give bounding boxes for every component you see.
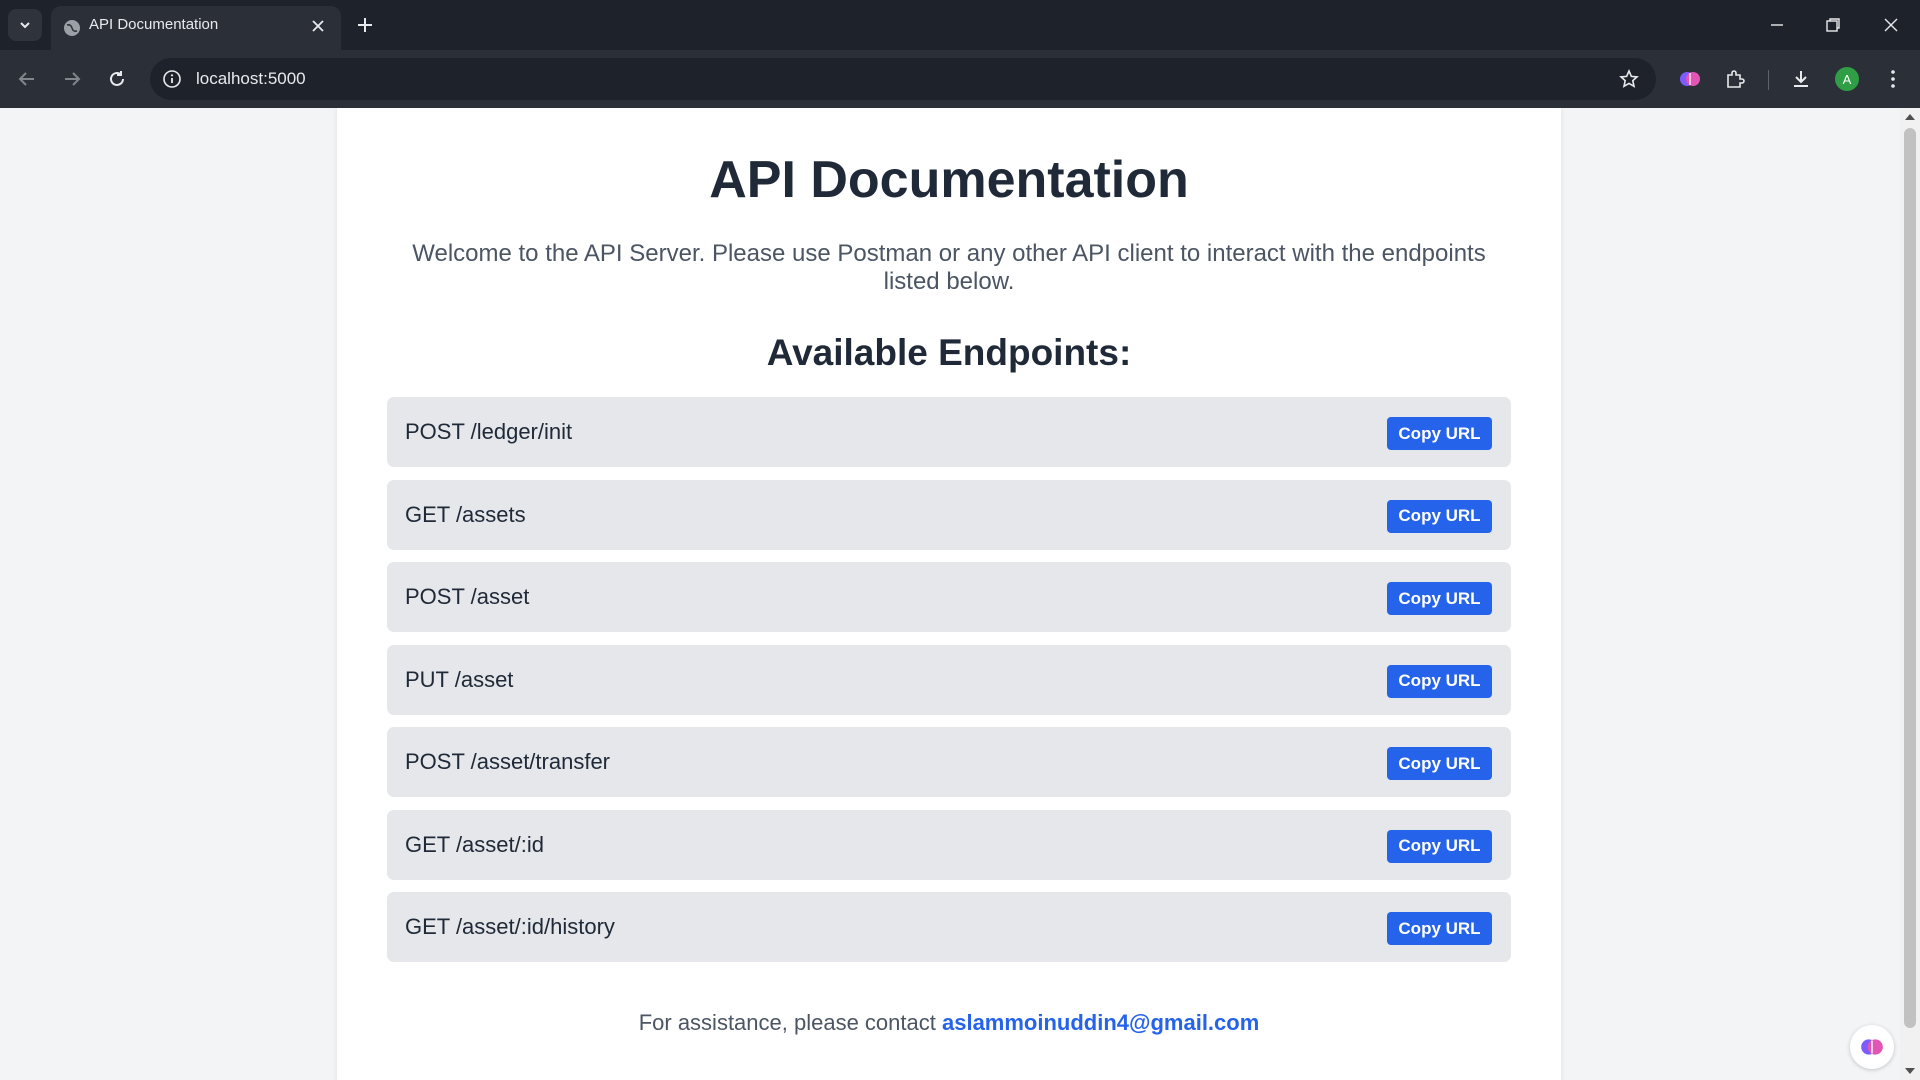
section-title: Available Endpoints: [766,332,1132,373]
tab-list-button[interactable] [8,9,42,41]
endpoint-label: GET /asset/:id [405,831,544,857]
endpoint-item: GET /asset/:id Copy URL [387,809,1511,880]
download-icon[interactable] [1789,67,1813,91]
footer: For assistance, please contact aslammoin… [337,1010,1561,1036]
copy-url-button[interactable]: Copy URL [1387,664,1492,698]
tab-bar: API Documentation [0,0,1920,50]
endpoint-label: POST /asset/transfer [405,749,611,774]
scroll-up-icon[interactable] [1905,114,1915,120]
endpoint-label: POST /asset [405,584,530,609]
endpoint-item: POST /ledger/init Copy URL [387,397,1511,467]
restore-icon[interactable] [1822,14,1844,36]
intro-text: Welcome to the API Server. Please use Po… [412,240,1486,295]
copy-url-button[interactable]: Copy URL [1387,499,1492,533]
endpoint-label: GET /asset/:id/history [405,914,615,939]
url-text[interactable]: localhost:5000 [196,58,306,100]
site-info-icon[interactable] [162,69,182,89]
page-title: API Documentation [709,151,1189,209]
copy-url-button[interactable]: Copy URL [1387,582,1492,615]
browser-tab[interactable]: API Documentation [51,6,341,50]
brain-extension-icon [1861,1039,1883,1055]
close-icon[interactable] [309,17,327,35]
chevron-down-icon [20,22,30,29]
brain-extension-icon[interactable] [1678,67,1702,91]
endpoint-label: PUT /asset [405,666,514,692]
scroll-down-icon[interactable] [1905,1068,1915,1074]
endpoint-list: POST /ledger/init Copy URL GET /assets C… [387,397,1511,975]
more-icon[interactable] [1881,67,1905,91]
puzzle-icon[interactable] [1723,67,1747,91]
copy-url-button[interactable]: Copy URL [1387,829,1492,863]
toolbar-divider [1768,70,1769,90]
scroll-thumb[interactable] [1904,128,1916,1028]
endpoint-label: POST /ledger/init [405,419,573,444]
endpoint-item: GET /assets Copy URL [387,479,1511,550]
endpoint-label: GET /assets [405,501,526,527]
page-viewport: API Documentation Welcome to the API Ser… [0,108,1900,1080]
footer-text: For assistance, please contact [638,1010,936,1035]
forward-icon[interactable] [61,68,83,90]
endpoint-item: PUT /asset Copy URL [387,644,1511,715]
contact-email-link[interactable]: aslammoinuddin4@gmail.com [942,1010,1259,1035]
scrollbar[interactable] [1900,108,1920,1080]
star-icon[interactable] [1618,68,1640,90]
tab-title: API Documentation [89,16,219,33]
endpoint-item: GET /asset/:id/history Copy URL [387,892,1511,962]
avatar[interactable]: A [1835,67,1859,91]
copy-url-button[interactable]: Copy URL [1387,417,1492,450]
back-icon[interactable] [16,68,38,90]
endpoint-item: POST /asset Copy URL [387,562,1511,632]
floating-extension-button[interactable] [1850,1025,1894,1069]
address-bar[interactable]: localhost:5000 [150,58,1656,100]
globe-icon [64,20,80,36]
plus-icon[interactable] [354,14,376,36]
window-close-icon[interactable] [1880,14,1902,36]
copy-url-button[interactable]: Copy URL [1387,747,1492,780]
reload-icon[interactable] [106,68,128,90]
browser-toolbar: localhost:5000 A [0,50,1920,108]
endpoint-item: POST /asset/transfer Copy URL [387,727,1511,797]
copy-url-button[interactable]: Copy URL [1387,912,1492,945]
minimize-icon[interactable] [1766,14,1788,36]
content-card: API Documentation Welcome to the API Ser… [337,108,1561,1080]
